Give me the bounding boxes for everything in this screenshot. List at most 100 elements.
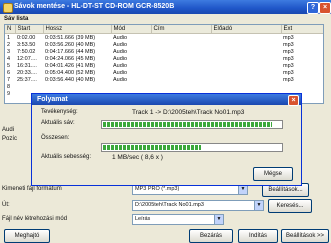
track-cell: 2 [7,41,11,48]
track-cell [211,62,281,69]
track-cell [211,41,281,48]
current-track-progress-bar [101,120,283,129]
track-row[interactable]: 6 20:33.... 0:05:04.400 (52 MB) Audio mp3 [5,69,323,76]
progress-dialog-titlebar[interactable]: Folyamat × [32,94,301,106]
track-cell [151,62,211,69]
track-cell: 0:03:56.260 (40 MB) [45,41,96,48]
track-cell: 3 [7,48,11,55]
speed-value: 1 MB/sec ( 8,6 x ) [112,154,163,161]
file-mode-label: Fájl név létrehozási mód [2,216,68,222]
track-cell: Audio [113,41,128,48]
column-header[interactable]: Előadó [211,25,282,34]
track-cell: 9 [7,90,11,97]
track-cell [151,48,211,55]
track-cell: 16:31.... [17,62,37,69]
save-tracks-window: Sávok mentése - HL-DT-ST CD-ROM GCR-8520… [0,0,331,243]
total-progress-bar [101,143,283,152]
chevron-down-icon: ▼ [254,201,263,210]
track-cell: Audio [113,62,128,69]
current-track-progress-fill [103,122,273,127]
drive-button[interactable]: Meghajtó [4,229,50,243]
audio-label: Audi [2,127,15,133]
track-row[interactable]: 5 16:31.... 0:04:01.426 (41 MB) Audio mp3 [5,62,323,69]
title-bar[interactable]: Sávok mentése - HL-DT-ST CD-ROM GCR-8520… [0,0,331,14]
track-cell: 0:02.00 [17,34,36,41]
track-row[interactable]: 7 25:37.... 0:03:56.440 (40 MB) Audio mp3 [5,76,323,83]
column-header[interactable]: Cím [151,25,212,34]
track-cell: Audio [113,34,128,41]
browse-button[interactable]: Keresés... [268,199,312,213]
format-value: MP3 PRO (*.mp3) [135,186,180,192]
track-cell [43,83,111,90]
track-cell [151,34,211,42]
speed-label: Aktuális sebesség: [41,154,92,160]
track-row[interactable]: 3 7:50.02 0:04:17.666 (44 MB) Audio mp3 [5,48,323,55]
track-row[interactable]: 2 3:53.50 0:03:56.260 (40 MB) Audio mp3 [5,41,323,48]
activity-value: Track 1 -> D:\2005teh\Track No01.mp3 [132,109,245,116]
column-header[interactable]: Ext [281,25,323,34]
track-cell [15,83,43,90]
track-cell: Audio [113,55,128,62]
track-cell: 1 [7,34,11,41]
track-cell: Audio [113,48,128,55]
path-field[interactable]: D:\2005teh\Track No01.mp3 ▼ [132,200,264,211]
track-row[interactable]: 4 12:07.... 0:04:24.066 (45 MB) Audio mp3 [5,55,323,62]
file-mode-select[interactable]: Leírás ▼ [132,214,224,225]
track-cell [211,48,281,55]
track-list[interactable]: N Start Hossz Mód Cím Előadó Ext 1 0:02.00 0:03:… [4,24,324,104]
column-header[interactable]: Hossz [43,25,112,34]
track-cell: 6 [7,69,11,76]
total-label: Összesen: [41,135,70,141]
chevron-down-icon: ▼ [214,215,223,224]
track-cell: mp3 [283,41,294,48]
track-cell: 25:37.... [17,76,37,83]
progress-dialog-title: Folyamat [37,96,68,103]
path-value: D:\2005teh\Track No01.mp3 [135,202,204,208]
total-progress-fill [103,145,201,150]
position-label: Pozíc [2,136,18,142]
settings-button[interactable]: Beállítások >> [281,229,329,243]
track-cell [151,76,211,83]
column-header[interactable]: Mód [111,25,152,34]
help-button[interactable]: ? [307,2,319,14]
track-cell: 0:05:04.400 (52 MB) [45,69,96,76]
track-cell: 0:04:01.426 (41 MB) [45,62,96,69]
track-list-label: Sáv lista [4,16,29,22]
start-button[interactable]: Indítás [238,229,278,243]
activity-label: Tevékenység: [41,109,78,115]
progress-dialog: Folyamat × Tevékenység: Track 1 -> D:\20… [31,93,302,186]
cancel-button[interactable]: Mégse [253,167,293,181]
track-cell: 0:03:56.440 (40 MB) [45,76,96,83]
track-cell [281,83,323,90]
track-cell [211,76,281,83]
track-row[interactable]: 1 0:02.00 0:03:51.666 (39 MB) Audio mp3 [5,34,323,42]
column-header[interactable]: N [5,25,16,34]
track-cell: mp3 [283,62,294,69]
track-cell: mp3 [283,55,294,62]
file-mode-value: Leírás [135,216,151,222]
track-cell [211,69,281,76]
window-title: Sávok mentése - HL-DT-ST CD-ROM GCR-8520… [14,3,175,10]
track-cell: 20:33.... [17,69,37,76]
track-cell: Audio [113,76,128,83]
track-cell [111,83,151,90]
track-row[interactable]: 8 [5,83,323,90]
track-cell: mp3 [283,34,294,41]
cd-icon [3,3,13,13]
track-cell: 0:04:24.066 (45 MB) [45,55,96,62]
track-cell [211,55,281,62]
close-window-button[interactable]: × [319,2,331,14]
format-label: Kimeneti fájl formátum [2,186,62,192]
track-cell: 7:50.02 [17,48,36,55]
track-cell [151,69,211,76]
track-cell: 8 [7,83,11,90]
track-cell: 7 [7,76,11,83]
track-cell [211,83,281,90]
progress-close-button[interactable]: × [288,95,299,106]
track-cell: 0:03:51.666 (39 MB) [45,34,96,41]
track-cell: mp3 [283,69,294,76]
current-track-label: Aktuális sáv: [41,120,75,126]
column-header[interactable]: Start [15,25,44,34]
close-button[interactable]: Bezárás [189,229,233,243]
track-cell: 4 [7,55,11,62]
